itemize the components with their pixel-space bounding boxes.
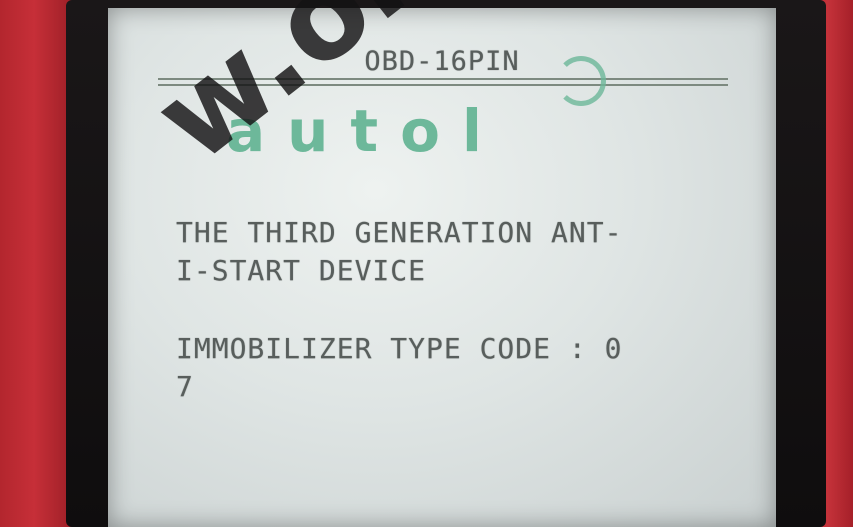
header-divider — [158, 78, 728, 86]
brand-logo: autol — [226, 97, 504, 165]
message-line-3: IMMOBILIZER TYPE CODE : 0 — [176, 332, 623, 365]
message-line-4: 7 — [176, 370, 194, 403]
scanner-device: OBD-16PIN autol THE THIRD GENERATION ANT… — [0, 0, 853, 527]
message-line-1: THE THIRD GENERATION ANT- — [176, 216, 623, 249]
logo-swirl-icon — [556, 56, 606, 106]
lcd-screen: OBD-16PIN autol THE THIRD GENERATION ANT… — [108, 8, 776, 527]
screen-header: OBD-16PIN — [364, 46, 520, 77]
message-line-2: I-START DEVICE — [176, 254, 427, 287]
